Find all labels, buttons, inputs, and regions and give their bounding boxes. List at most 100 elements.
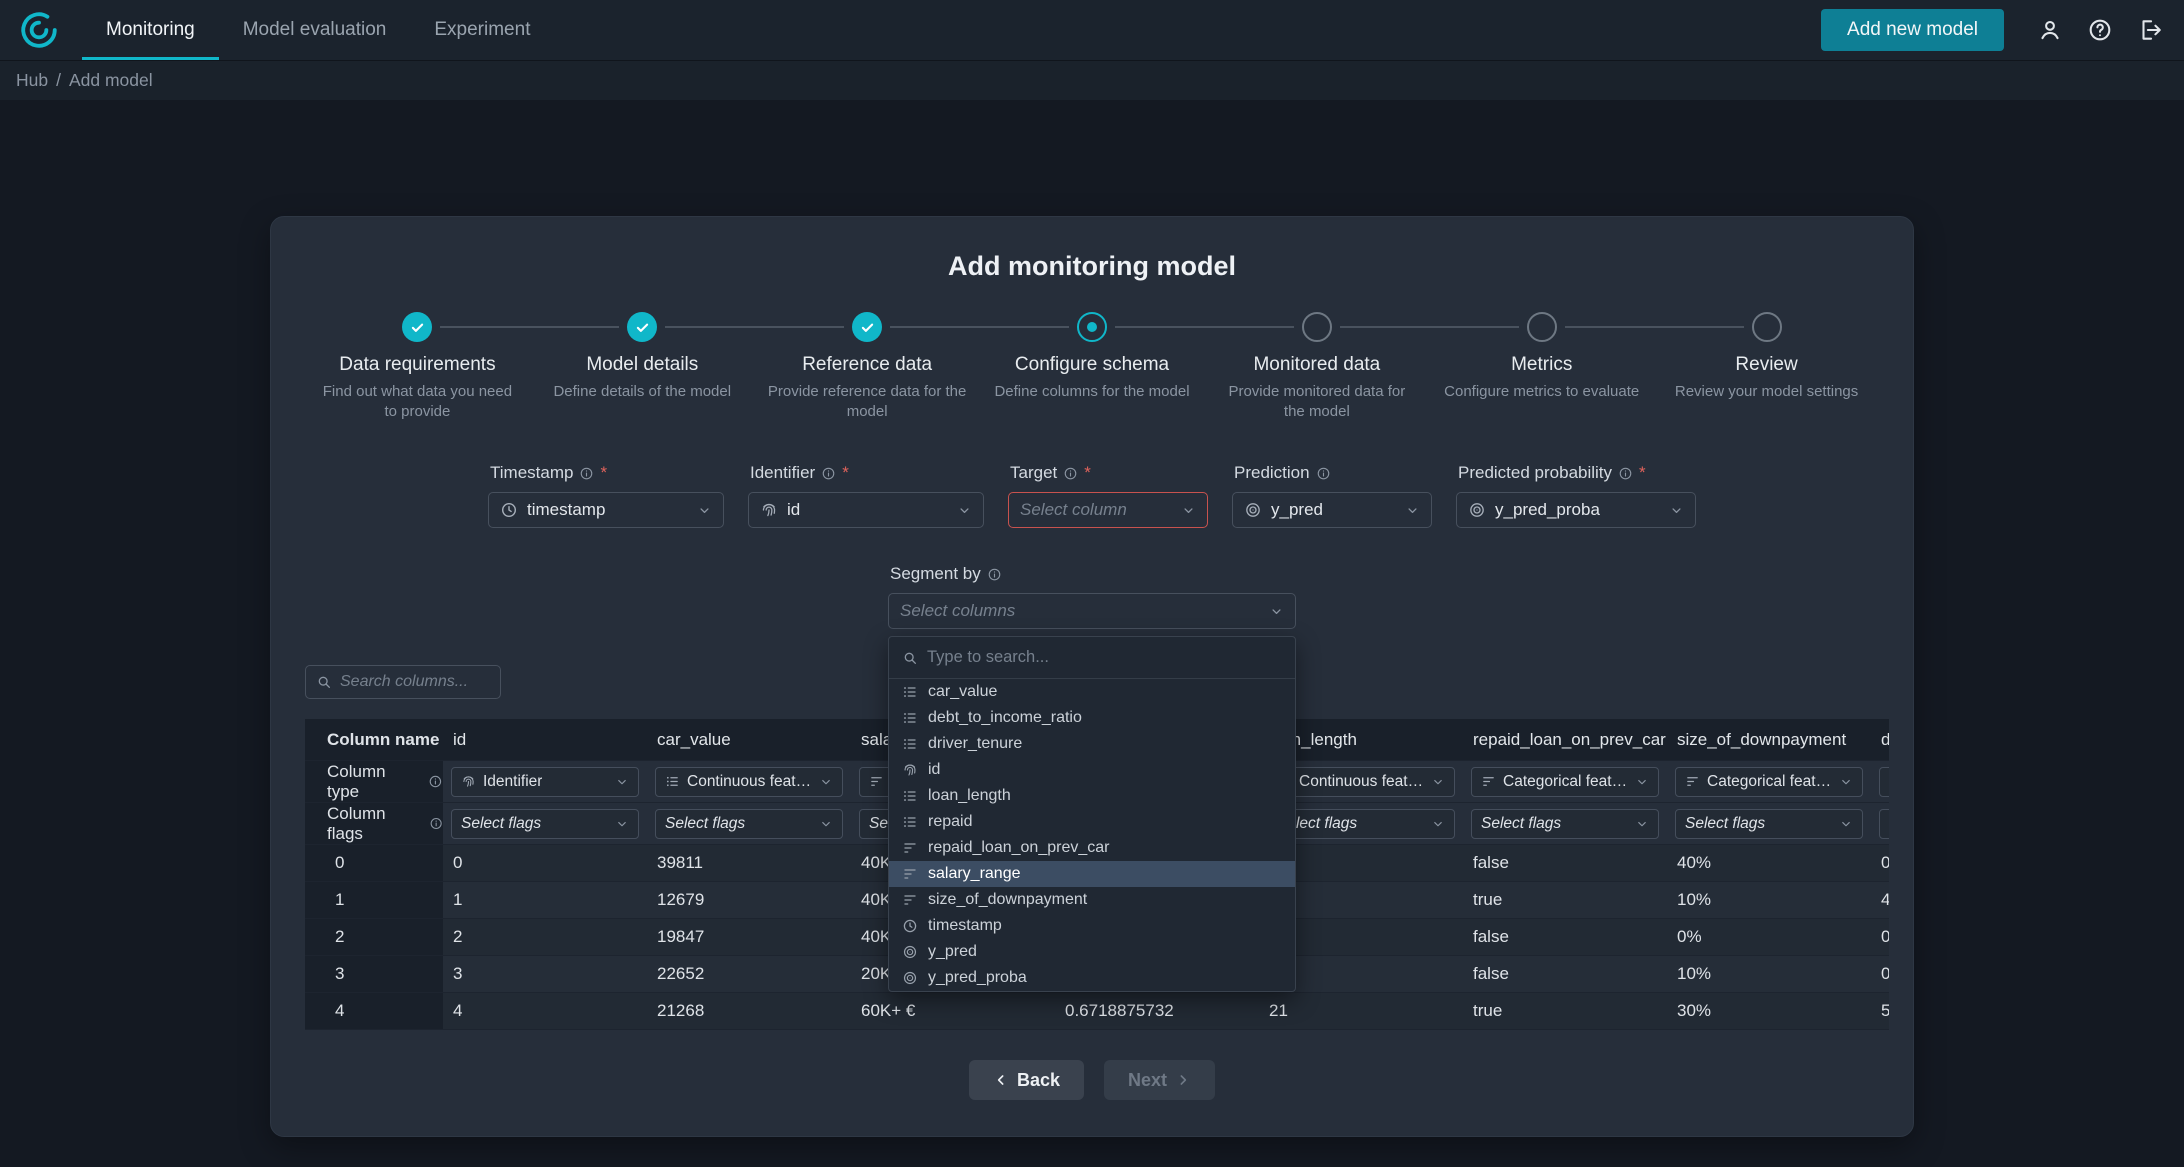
column-type-select-repaid-loan-on-prev-car[interactable]: Categorical feature bbox=[1471, 767, 1659, 797]
select-placeholder: Select columns bbox=[900, 601, 1015, 621]
back-button[interactable]: Back bbox=[969, 1060, 1084, 1100]
table-cell: 0.6718875732 bbox=[1055, 993, 1259, 1029]
wizard-card: Add monitoring model Data requirements F… bbox=[270, 216, 1914, 1137]
column-header-driver-tenure: driver_tenure bbox=[1871, 719, 1889, 760]
info-icon[interactable] bbox=[1316, 466, 1331, 481]
chevron-down-icon bbox=[1431, 817, 1445, 831]
required-marker: * bbox=[842, 463, 849, 483]
nav-experiment[interactable]: Experiment bbox=[410, 0, 554, 60]
next-button[interactable]: Next bbox=[1104, 1060, 1215, 1100]
fingerprint-icon bbox=[902, 762, 918, 778]
column-flags-select-id[interactable]: Select flags bbox=[451, 809, 639, 839]
info-icon[interactable] bbox=[579, 466, 594, 481]
step-reference-data[interactable]: Reference data Provide reference data fo… bbox=[755, 312, 980, 421]
column-flags-select-driver-tenure[interactable]: Select flags bbox=[1879, 809, 1889, 839]
step-configure-schema[interactable]: Configure schema Define columns for the … bbox=[980, 312, 1205, 421]
column-flags-select-car-value[interactable]: Select flags bbox=[655, 809, 843, 839]
step-done-indicator bbox=[627, 312, 657, 342]
step-data-requirements[interactable]: Data requirements Find out what data you… bbox=[305, 312, 530, 421]
table-cell: false bbox=[1463, 919, 1667, 955]
numbered-list-icon bbox=[665, 774, 680, 789]
numbered-list-icon bbox=[902, 736, 918, 752]
column-flags-select-repaid-loan-on-prev-car[interactable]: Select flags bbox=[1471, 809, 1659, 839]
help-button[interactable] bbox=[2080, 10, 2120, 50]
option-timestamp[interactable]: timestamp bbox=[889, 913, 1295, 939]
option-debt-to-income-ratio[interactable]: debt_to_income_ratio bbox=[889, 705, 1295, 731]
option-loan-length[interactable]: loan_length bbox=[889, 783, 1295, 809]
chevron-down-icon bbox=[1431, 775, 1445, 789]
option-label: loan_length bbox=[928, 787, 1011, 805]
breadcrumb: Hub / Add model bbox=[0, 60, 2184, 100]
step-label: Metrics bbox=[1429, 354, 1654, 376]
info-icon[interactable] bbox=[821, 466, 836, 481]
column-type-select-size-of-downpayment[interactable]: Categorical feature bbox=[1675, 767, 1863, 797]
option-id[interactable]: id bbox=[889, 757, 1295, 783]
option-driver-tenure[interactable]: driver_tenure bbox=[889, 731, 1295, 757]
nav-model-evaluation[interactable]: Model evaluation bbox=[219, 0, 411, 60]
table-cell: 60K+ € bbox=[851, 993, 1055, 1029]
step-subtitle: Provide reference data for the model bbox=[767, 382, 967, 421]
target-field: Target * Select column bbox=[1008, 463, 1208, 528]
step-todo-indicator bbox=[1302, 312, 1332, 342]
option-y-pred-proba[interactable]: y_pred_proba bbox=[889, 965, 1295, 991]
timestamp-select[interactable]: timestamp bbox=[488, 492, 724, 528]
chevron-down-icon bbox=[697, 503, 712, 518]
select-value: Categorical feature bbox=[1503, 773, 1628, 791]
chevron-down-icon bbox=[1669, 503, 1684, 518]
column-type-select-id[interactable]: Identifier bbox=[451, 767, 639, 797]
row-label-text: Column type bbox=[327, 762, 421, 802]
info-icon[interactable] bbox=[1618, 466, 1633, 481]
column-header-repaid-loan-on-prev-car: repaid_loan_on_prev_car bbox=[1463, 719, 1667, 760]
info-icon[interactable] bbox=[429, 816, 443, 831]
page-content: Add monitoring model Data requirements F… bbox=[0, 216, 2184, 1167]
table-cell: 0% bbox=[1667, 919, 1871, 955]
option-y-pred[interactable]: y_pred bbox=[889, 939, 1295, 965]
step-model-details[interactable]: Model details Define details of the mode… bbox=[530, 312, 755, 421]
predicted-probability-select[interactable]: y_pred_proba bbox=[1456, 492, 1696, 528]
chevron-down-icon bbox=[1405, 503, 1420, 518]
schema-fields-row: Timestamp * timestamp Identifier * bbox=[305, 463, 1879, 528]
table-cell: true bbox=[1463, 993, 1667, 1029]
table-cell: 22652 bbox=[647, 956, 851, 992]
option-size-of-downpayment[interactable]: size_of_downpayment bbox=[889, 887, 1295, 913]
nav-monitoring[interactable]: Monitoring bbox=[82, 0, 219, 60]
row-label-text: Column flags bbox=[327, 804, 422, 844]
identifier-select[interactable]: id bbox=[748, 492, 984, 528]
option-car-value[interactable]: car_value bbox=[889, 679, 1295, 705]
select-placeholder: Select flags bbox=[1481, 815, 1561, 833]
step-label: Model details bbox=[530, 354, 755, 376]
category-icon bbox=[1685, 774, 1700, 789]
chevron-down-icon bbox=[819, 775, 833, 789]
row-index: 0 bbox=[305, 845, 443, 881]
option-label: y_pred bbox=[928, 943, 977, 961]
chevron-right-icon bbox=[1175, 1072, 1191, 1088]
field-label-text: Segment by bbox=[890, 564, 981, 584]
info-icon[interactable] bbox=[987, 567, 1002, 582]
app-logo[interactable] bbox=[18, 9, 60, 51]
chevron-down-icon bbox=[819, 817, 833, 831]
column-type-select-car-value[interactable]: Continuous feature bbox=[655, 767, 843, 797]
dropdown-search-input[interactable] bbox=[927, 648, 1282, 667]
select-value: id bbox=[787, 500, 800, 520]
option-repaid[interactable]: repaid bbox=[889, 809, 1295, 835]
segment-by-select[interactable]: Select columns bbox=[888, 593, 1296, 629]
search-columns-input[interactable] bbox=[340, 673, 490, 691]
page-title: Add monitoring model bbox=[305, 251, 1879, 282]
search-icon bbox=[316, 674, 332, 690]
column-type-select-driver-tenure[interactable]: Continuous feature bbox=[1879, 767, 1889, 797]
option-label: timestamp bbox=[928, 917, 1002, 935]
target-select[interactable]: Select column bbox=[1008, 492, 1208, 528]
logout-button[interactable] bbox=[2130, 10, 2170, 50]
add-new-model-button[interactable]: Add new model bbox=[1821, 9, 2004, 51]
prediction-select[interactable]: y_pred bbox=[1232, 492, 1432, 528]
info-icon[interactable] bbox=[428, 774, 443, 789]
profile-button[interactable] bbox=[2030, 10, 2070, 50]
option-salary-range[interactable]: salary_range bbox=[889, 861, 1295, 887]
predicted-probability-field: Predicted probability * y_pred_proba bbox=[1456, 463, 1696, 528]
breadcrumb-separator: / bbox=[56, 70, 61, 91]
column-flags-select-size-of-downpayment[interactable]: Select flags bbox=[1675, 809, 1863, 839]
breadcrumb-hub[interactable]: Hub bbox=[16, 70, 48, 91]
current-step-dot bbox=[1087, 322, 1097, 332]
option-repaid-loan-on-prev-car[interactable]: repaid_loan_on_prev_car bbox=[889, 835, 1295, 861]
info-icon[interactable] bbox=[1063, 466, 1078, 481]
